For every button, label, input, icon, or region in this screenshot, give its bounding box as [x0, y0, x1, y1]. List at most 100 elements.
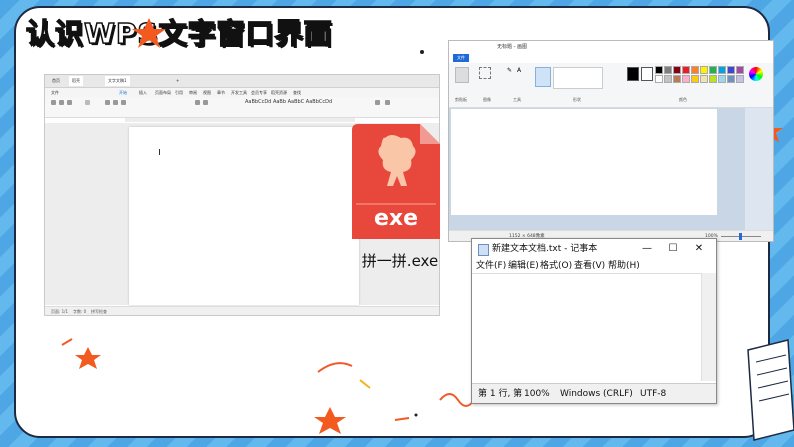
exe-filename[interactable]: 拼一拼.exe	[345, 250, 455, 271]
dash-icon	[359, 379, 371, 389]
wps-menu-review[interactable]: 审阅	[189, 88, 197, 97]
palette-swatch[interactable]	[691, 75, 699, 83]
palette-swatch[interactable]	[709, 66, 717, 74]
wps-tab-home[interactable]: 首页	[49, 76, 63, 86]
palette-swatch[interactable]	[691, 66, 699, 74]
find-icon[interactable]	[375, 100, 380, 105]
paint-scrollbar[interactable]	[745, 108, 773, 230]
status-zoom: 100%	[524, 389, 550, 399]
edit-colors-icon[interactable]	[749, 67, 763, 81]
wps-menu-view[interactable]: 视图	[203, 88, 211, 97]
wps-menu-devtools[interactable]: 开发工具	[231, 88, 247, 97]
palette-swatch[interactable]	[736, 66, 744, 74]
menu-help[interactable]: 帮助(H)	[608, 259, 640, 273]
dot-icon	[414, 413, 418, 417]
menu-file[interactable]: 文件(F)	[476, 259, 506, 273]
wps-menu-search[interactable]: 查找	[293, 88, 301, 97]
dash-icon	[61, 338, 73, 346]
paste-icon[interactable]	[455, 67, 469, 83]
maximize-button[interactable]: ☐	[660, 239, 686, 259]
wps-menu-docer[interactable]: 稻壳资源	[271, 88, 287, 97]
paint-title-bar: 无标题 - 画图	[449, 41, 773, 53]
notepad-title-bar: 新建文本文档.txt - 记事本 — ☐ ✕	[472, 239, 716, 259]
dash-icon	[394, 417, 410, 421]
paint-canvas[interactable]	[451, 109, 717, 215]
menu-edit[interactable]: 编辑(E)	[508, 259, 539, 273]
new-tab-icon[interactable]: +	[173, 76, 182, 86]
star-icon	[75, 347, 101, 369]
dot-icon	[420, 50, 424, 54]
wps-tab-docer[interactable]: 稻壳	[69, 76, 83, 86]
palette-swatch[interactable]	[700, 75, 708, 83]
brush-icon[interactable]	[535, 67, 551, 87]
wps-status-spell[interactable]: 拼写检查	[91, 307, 107, 315]
notepad-text-area[interactable]	[472, 273, 716, 382]
palette-swatch[interactable]	[736, 75, 744, 83]
list-icon[interactable]	[203, 100, 208, 105]
pencil-icon[interactable]: ✎	[507, 67, 512, 74]
wps-status-words: 字数: 0	[73, 309, 87, 314]
wps-menu-chapter[interactable]: 章节	[217, 88, 225, 97]
palette-swatch[interactable]	[718, 75, 726, 83]
group-tools: 工具	[513, 97, 521, 102]
tools-group: ✎ A	[507, 67, 531, 87]
palette-swatch[interactable]	[673, 66, 681, 74]
palette-swatch[interactable]	[673, 75, 681, 83]
palette-swatch[interactable]	[709, 75, 717, 83]
menu-view[interactable]: 查看(V)	[574, 259, 605, 273]
status-line-ending: Windows (CRLF)	[560, 389, 633, 399]
italic-icon[interactable]	[113, 100, 118, 105]
wps-menu-insert[interactable]: 插入	[139, 88, 147, 97]
palette-swatch[interactable]	[727, 66, 735, 74]
align-icon[interactable]	[195, 100, 200, 105]
color1-swatch[interactable]	[627, 67, 639, 81]
star-icon	[132, 18, 166, 48]
copy-icon[interactable]	[67, 100, 72, 105]
color-palette[interactable]	[655, 66, 745, 86]
style-gallery[interactable]: AaBbCcDd AaBb AaBbC AaBbCcDd	[245, 99, 332, 105]
wps-tab-bar: 首页 稻壳 文字文稿1 +	[45, 75, 439, 88]
notepad-status-bar: 第 1 行, 第 100% Windows (CRLF) UTF-8	[472, 383, 716, 403]
palette-swatch[interactable]	[664, 75, 672, 83]
select-icon[interactable]	[385, 100, 390, 105]
palette-swatch[interactable]	[655, 66, 663, 74]
text-icon[interactable]: A	[517, 67, 521, 74]
paint-title: 无标题 - 画图	[497, 44, 527, 50]
palette-swatch[interactable]	[682, 75, 690, 83]
wps-menu-layout[interactable]: 页面布局	[155, 88, 171, 97]
zoom-slider-thumb[interactable]	[739, 233, 742, 240]
palette-swatch[interactable]	[664, 66, 672, 74]
select-icon[interactable]	[479, 67, 491, 79]
paste-icon[interactable]	[51, 100, 56, 105]
underline-icon[interactable]	[121, 100, 126, 105]
group-shapes: 形状	[573, 97, 581, 102]
palette-swatch[interactable]	[727, 75, 735, 83]
wps-menu-home[interactable]: 开始	[119, 88, 127, 97]
notepad-window[interactable]: 新建文本文档.txt - 记事本 — ☐ ✕ 文件(F) 编辑(E) 格式(O)…	[471, 238, 717, 404]
paint-window[interactable]: 无标题 - 画图 文件 ✎ A 剪贴板 图像 工具 形状 颜色 1152 × 6…	[448, 40, 774, 242]
notepad-vertical-scrollbar[interactable]	[701, 273, 716, 381]
palette-swatch[interactable]	[718, 66, 726, 74]
exe-label: exe	[373, 206, 419, 231]
paint-file-tab[interactable]: 文件	[453, 54, 469, 62]
notepad-title: 新建文本文档.txt - 记事本	[492, 244, 598, 254]
wps-ruler	[125, 118, 355, 122]
wps-menu-vip[interactable]: 会员专享	[251, 88, 267, 97]
status-encoding: UTF-8	[640, 389, 667, 399]
cut-icon[interactable]	[59, 100, 64, 105]
minimize-button[interactable]: —	[634, 239, 660, 259]
palette-swatch[interactable]	[655, 75, 663, 83]
color2-swatch[interactable]	[641, 67, 653, 81]
menu-format[interactable]: 格式(O)	[540, 259, 572, 273]
bold-icon[interactable]	[105, 100, 110, 105]
shapes-gallery[interactable]	[553, 67, 603, 89]
close-button[interactable]: ✕	[686, 239, 712, 259]
palette-swatch[interactable]	[700, 66, 708, 74]
wps-page[interactable]	[129, 127, 359, 305]
palette-swatch[interactable]	[682, 66, 690, 74]
wps-tab-doc[interactable]: 文字文稿1	[105, 76, 130, 86]
wps-menu-file[interactable]: 文件	[51, 88, 59, 97]
wps-status-bar: 页面: 1/1 字数: 0 拼写检查	[45, 306, 439, 315]
wps-menu-references[interactable]: 引用	[175, 88, 183, 97]
font-select[interactable]	[85, 100, 90, 105]
